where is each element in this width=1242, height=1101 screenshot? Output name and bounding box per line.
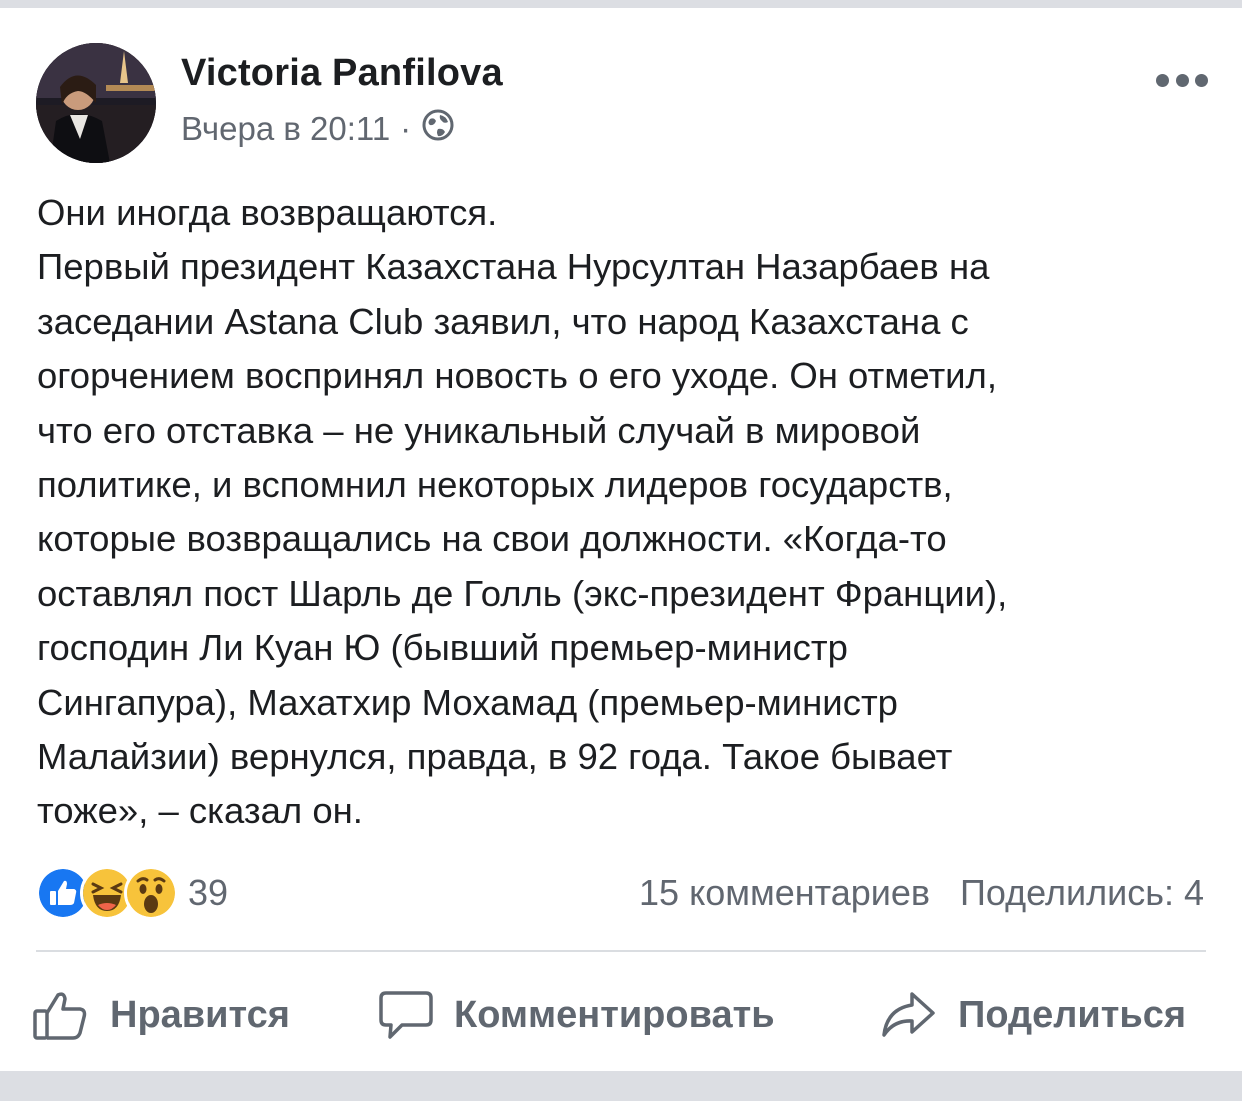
- reactions-summary[interactable]: 39: [36, 866, 228, 920]
- comment-icon: [379, 991, 433, 1039]
- meta-separator: ·: [400, 110, 412, 147]
- top-separator: [0, 0, 1242, 8]
- avatar-photo: [36, 43, 156, 163]
- post-stats: 15 комментариев Поделились: 4: [639, 868, 1204, 918]
- comment-label: Комментировать: [454, 993, 775, 1036]
- post-text: Они иногда возвращаются. Первый президен…: [37, 192, 1008, 832]
- post-meta: Вчера в 20:11 ·: [181, 109, 455, 149]
- reaction-count: 39: [188, 872, 229, 913]
- actions-divider: [36, 950, 1206, 952]
- share-button[interactable]: Поделиться: [880, 985, 1186, 1045]
- author-name[interactable]: Victoria Panfilova: [181, 52, 503, 95]
- thumbs-up-icon: [33, 992, 87, 1040]
- avatar[interactable]: [36, 43, 156, 163]
- comments-count-link[interactable]: 15 комментариев: [639, 872, 930, 914]
- wow-reaction-icon: [124, 866, 178, 920]
- like-label: Нравится: [110, 993, 290, 1036]
- comment-button[interactable]: Комментировать: [378, 985, 775, 1045]
- share-arrow-icon: [882, 992, 935, 1037]
- shares-count-link[interactable]: Поделились: 4: [960, 872, 1204, 914]
- share-label: Поделиться: [958, 993, 1187, 1036]
- like-button[interactable]: Нравится: [32, 985, 290, 1045]
- globe-icon[interactable]: [421, 108, 455, 150]
- bottom-separator: [0, 1071, 1242, 1101]
- post-time[interactable]: Вчера в 20:11: [181, 110, 390, 148]
- more-options-icon[interactable]: [1156, 70, 1208, 90]
